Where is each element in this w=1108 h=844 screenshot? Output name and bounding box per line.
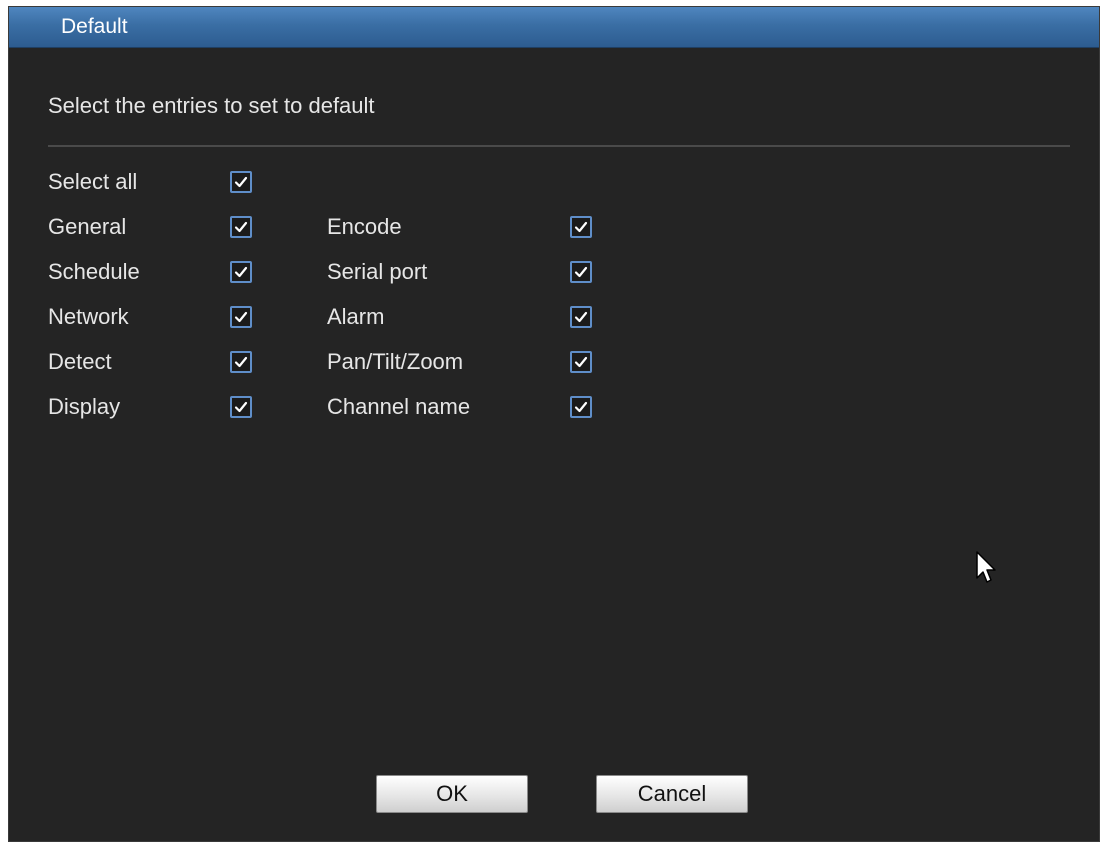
check-icon (234, 356, 248, 368)
schedule-checkbox[interactable] (230, 261, 252, 283)
pan-tilt-zoom-checkbox[interactable] (570, 351, 592, 373)
select-all-label: Select all (48, 169, 138, 194)
ok-button[interactable]: OK (376, 775, 528, 813)
divider (48, 145, 1070, 147)
check-icon (574, 401, 588, 413)
check-icon (234, 401, 248, 413)
network-checkbox[interactable] (230, 306, 252, 328)
display-checkbox[interactable] (230, 396, 252, 418)
default-dialog: Default Select the entries to set to def… (8, 6, 1100, 842)
detect-label: Detect (48, 349, 112, 374)
alarm-checkbox[interactable] (570, 306, 592, 328)
cancel-button[interactable]: Cancel (596, 775, 748, 813)
check-icon (234, 266, 248, 278)
general-checkbox[interactable] (230, 216, 252, 238)
select-all-checkbox[interactable] (230, 171, 252, 193)
channel-name-checkbox[interactable] (570, 396, 592, 418)
mouse-pointer-icon (976, 551, 996, 583)
title-bar: Default (9, 7, 1099, 48)
serial-port-label: Serial port (327, 259, 428, 284)
schedule-label: Schedule (48, 259, 140, 284)
pan-tilt-zoom-label: Pan/Tilt/Zoom (327, 349, 464, 374)
alarm-label: Alarm (327, 304, 385, 329)
check-icon (574, 221, 588, 233)
encode-checkbox[interactable] (570, 216, 592, 238)
display-label: Display (48, 394, 121, 419)
check-icon (574, 356, 588, 368)
check-icon (234, 176, 248, 188)
channel-name-label: Channel name (327, 394, 471, 419)
check-icon (234, 311, 248, 323)
check-icon (234, 221, 248, 233)
check-icon (574, 311, 588, 323)
general-label: General (48, 214, 127, 239)
encode-label: Encode (327, 214, 402, 239)
serial-port-checkbox[interactable] (570, 261, 592, 283)
detect-checkbox[interactable] (230, 351, 252, 373)
dialog-title: Default (61, 15, 128, 38)
network-label: Network (48, 304, 129, 329)
check-icon (574, 266, 588, 278)
instruction-text: Select the entries to set to default (48, 93, 375, 118)
